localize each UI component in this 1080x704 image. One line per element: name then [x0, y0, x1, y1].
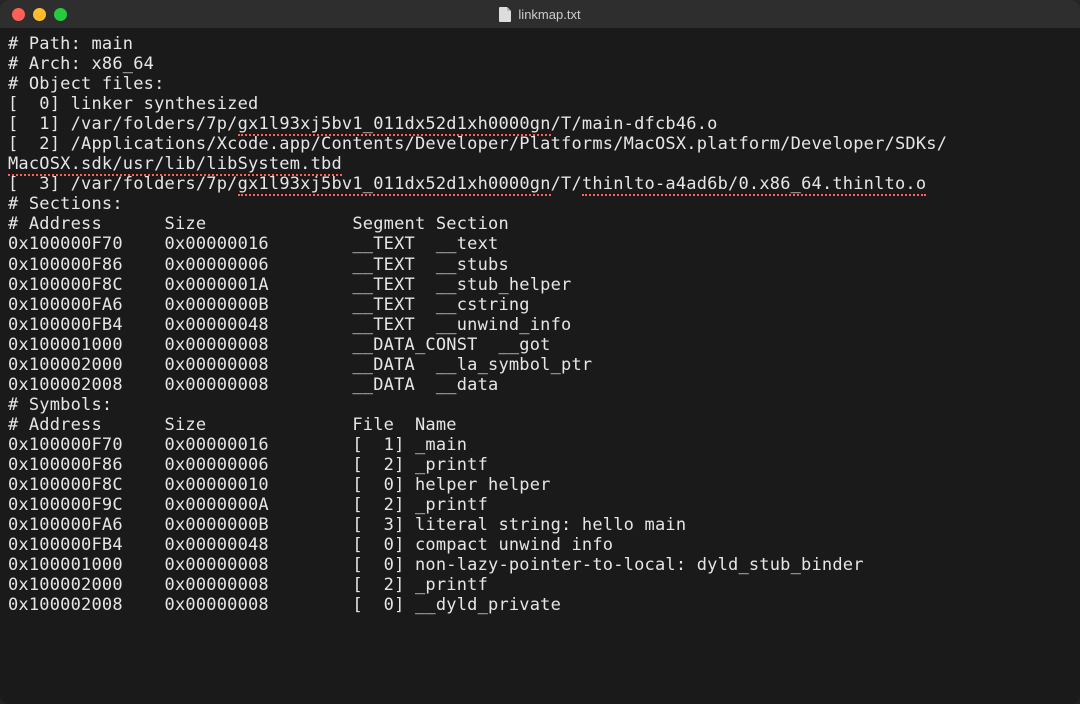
window-controls: [12, 8, 67, 21]
titlebar: linkmap.txt: [0, 0, 1080, 28]
window-title: linkmap.txt: [0, 7, 1080, 22]
zoom-icon[interactable]: [54, 8, 67, 21]
editor-window: linkmap.txt # Path: main # Arch: x86_64 …: [0, 0, 1080, 704]
text-content[interactable]: # Path: main # Arch: x86_64 # Object fil…: [0, 28, 1080, 704]
title-text: linkmap.txt: [518, 7, 580, 22]
file-icon: [499, 7, 512, 22]
minimize-icon[interactable]: [33, 8, 46, 21]
close-icon[interactable]: [12, 8, 25, 21]
